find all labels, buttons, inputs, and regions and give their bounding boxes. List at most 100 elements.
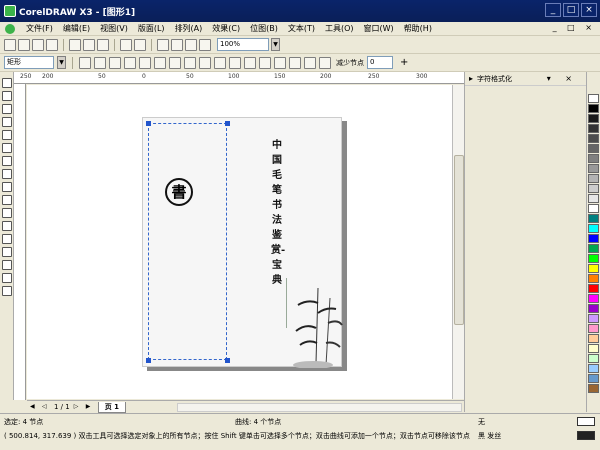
- ellipse-tool-icon[interactable]: [1, 169, 12, 179]
- palette-swatch[interactable]: [588, 224, 599, 233]
- palette-swatch[interactable]: [588, 254, 599, 263]
- join-nodes-icon[interactable]: [109, 56, 121, 69]
- next-page-icon[interactable]: ▷: [74, 403, 82, 411]
- palette-swatch[interactable]: [588, 94, 599, 103]
- palette-swatch[interactable]: [588, 334, 599, 343]
- rotate-skew-icon[interactable]: [289, 56, 301, 69]
- palette-swatch[interactable]: [588, 174, 599, 183]
- palette-swatch[interactable]: [588, 304, 599, 313]
- menu-view[interactable]: 视图(V): [95, 23, 133, 34]
- open-icon[interactable]: [18, 38, 30, 51]
- print-icon[interactable]: [46, 38, 58, 51]
- palette-swatch[interactable]: [588, 284, 599, 293]
- convert-to-line-icon[interactable]: [139, 56, 151, 69]
- menu-effects[interactable]: 效果(C): [207, 23, 245, 34]
- maximize-button[interactable]: □: [563, 3, 579, 17]
- palette-swatch[interactable]: [588, 314, 599, 323]
- cut-icon[interactable]: [69, 38, 81, 51]
- new-icon[interactable]: [4, 38, 16, 51]
- menu-tools[interactable]: 工具(O): [320, 23, 359, 34]
- paste-icon[interactable]: [97, 38, 109, 51]
- palette-swatch[interactable]: [588, 264, 599, 273]
- chevron-down-icon[interactable]: ▼: [271, 38, 280, 51]
- zoom-level-select[interactable]: 100%: [217, 38, 269, 51]
- vertical-ruler[interactable]: [14, 84, 26, 400]
- delete-node-icon[interactable]: [94, 56, 106, 69]
- pick-tool-icon[interactable]: [1, 78, 12, 88]
- extract-subpath-icon[interactable]: [244, 56, 256, 69]
- palette-swatch[interactable]: [588, 204, 599, 213]
- rectangle-tool-icon[interactable]: [1, 156, 12, 166]
- menu-help[interactable]: 帮助(H): [399, 23, 437, 34]
- fill-tool-icon[interactable]: [1, 273, 12, 283]
- freehand-tool-icon[interactable]: [1, 130, 12, 140]
- menu-layout[interactable]: 版面(L): [133, 23, 170, 34]
- chevron-down-icon[interactable]: ▼: [57, 56, 66, 69]
- palette-swatch[interactable]: [588, 364, 599, 373]
- docker-expand-icon[interactable]: ▸: [469, 74, 473, 83]
- palette-swatch[interactable]: [588, 354, 599, 363]
- horizontal-ruler[interactable]: 250 200 50 0 50 100 150 200 250 300: [14, 72, 464, 84]
- polygon-tool-icon[interactable]: [1, 182, 12, 192]
- first-page-icon[interactable]: ◀: [30, 403, 38, 411]
- horizontal-scrollbar[interactable]: [177, 403, 462, 412]
- convert-to-curve-icon[interactable]: [154, 56, 166, 69]
- node-handle[interactable]: [225, 121, 230, 126]
- symmetrical-node-icon[interactable]: [199, 56, 211, 69]
- palette-swatch[interactable]: [588, 214, 599, 223]
- menu-arrange[interactable]: 排列(A): [170, 23, 208, 34]
- text-tool-icon[interactable]: [1, 208, 12, 218]
- palette-swatch[interactable]: [588, 144, 599, 153]
- prev-page-icon[interactable]: ◁: [42, 403, 50, 411]
- palette-swatch[interactable]: [588, 294, 599, 303]
- eyedropper-tool-icon[interactable]: [1, 247, 12, 257]
- document-icon[interactable]: [5, 23, 15, 34]
- basic-shapes-tool-icon[interactable]: [1, 195, 12, 205]
- menu-bitmaps[interactable]: 位图(B): [245, 23, 283, 34]
- close-button[interactable]: ×: [581, 3, 597, 17]
- menu-text[interactable]: 文本(T): [283, 23, 320, 34]
- copy-icon[interactable]: [83, 38, 95, 51]
- outline-tool-icon[interactable]: [1, 260, 12, 270]
- redo-icon[interactable]: [134, 38, 146, 51]
- docker-close-icon[interactable]: ▾ ×: [547, 74, 578, 83]
- save-icon[interactable]: [32, 38, 44, 51]
- minimize-button[interactable]: _: [545, 3, 561, 17]
- node-handle[interactable]: [146, 121, 151, 126]
- shape-tool-icon[interactable]: [1, 91, 12, 101]
- document-page[interactable]: 書 中国毛笔书法鉴赏-宝典: [142, 117, 343, 368]
- palette-swatch[interactable]: [588, 184, 599, 193]
- node-handle[interactable]: [225, 358, 230, 363]
- vertical-scrollbar[interactable]: [452, 85, 464, 399]
- palette-swatch[interactable]: [588, 114, 599, 123]
- zoom-tool-icon[interactable]: [1, 117, 12, 127]
- smart-fill-tool-icon[interactable]: [1, 143, 12, 153]
- palette-swatch[interactable]: [588, 324, 599, 333]
- palette-swatch[interactable]: [588, 344, 599, 353]
- outline-color-swatch[interactable]: [577, 431, 595, 440]
- docker-side-tab[interactable]: [567, 88, 581, 148]
- cusp-node-icon[interactable]: [169, 56, 181, 69]
- elastic-mode-icon[interactable]: [319, 56, 331, 69]
- welcome-screen-icon[interactable]: [199, 38, 211, 51]
- interactive-fill-tool-icon[interactable]: [1, 286, 12, 296]
- reverse-direction-icon[interactable]: [214, 56, 226, 69]
- palette-swatch[interactable]: [588, 194, 599, 203]
- transparency-tool-icon[interactable]: [1, 234, 12, 244]
- palette-swatch[interactable]: [588, 274, 599, 283]
- menu-edit[interactable]: 编辑(E): [58, 23, 95, 34]
- palette-swatch[interactable]: [588, 164, 599, 173]
- shape-type-select[interactable]: 矩形: [4, 56, 54, 69]
- palette-swatch[interactable]: [588, 154, 599, 163]
- menu-file[interactable]: 文件(F): [21, 23, 58, 34]
- application-launcher-icon[interactable]: [185, 38, 197, 51]
- page-tab[interactable]: 页 1: [97, 401, 127, 413]
- palette-swatch[interactable]: [588, 134, 599, 143]
- selected-rectangle-outline[interactable]: [148, 123, 227, 360]
- drawing-canvas[interactable]: 書 中国毛笔书法鉴赏-宝典: [27, 85, 452, 399]
- import-icon[interactable]: [157, 38, 169, 51]
- palette-swatch[interactable]: [588, 384, 599, 393]
- add-node-icon[interactable]: [79, 56, 91, 69]
- plus-icon[interactable]: +: [400, 57, 408, 68]
- palette-swatch[interactable]: [588, 124, 599, 133]
